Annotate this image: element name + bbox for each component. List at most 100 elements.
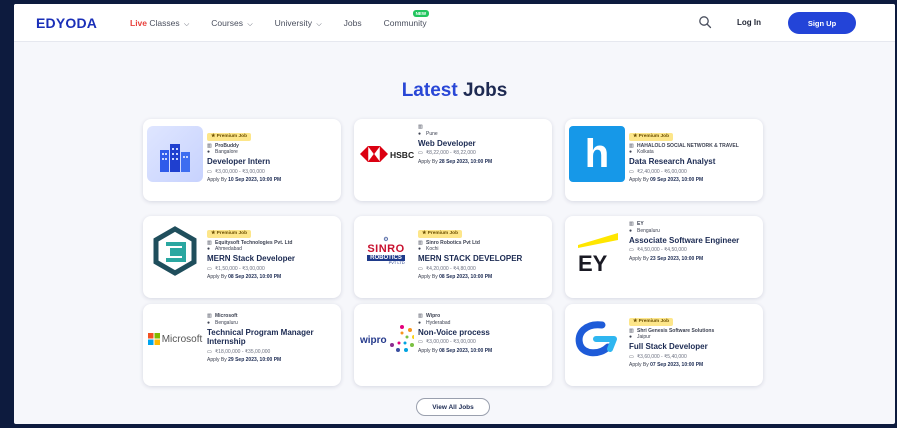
money-icon: ▭ (207, 168, 212, 175)
apply-by: Apply By 28 Sep 2023, 10:00 PM (418, 158, 493, 165)
building-icon: ▥ (207, 239, 212, 246)
job-title[interactable]: Technical Program Manager Internship (207, 328, 337, 347)
view-all-jobs-button[interactable]: View All Jobs (416, 398, 490, 416)
ey-logo: EY (578, 233, 618, 273)
apply-by: Apply By 09 Sep 2023, 10:00 PM (629, 177, 704, 184)
job-card[interactable]: Microsoft ▥ Microsoft ● Bengaluru Technica… (143, 304, 341, 386)
location-pin-icon: ● (629, 334, 633, 341)
money-icon: ▭ (629, 168, 634, 175)
company-logo: Microsoft (147, 311, 203, 367)
community-label: Community (383, 18, 427, 28)
job-title[interactable]: MERN STACK DEVELOPER (418, 254, 548, 264)
premium-badge: ★ Premium Job (207, 132, 252, 141)
location-pin-icon: ● (207, 149, 211, 156)
building-icon: ▥ (418, 313, 423, 319)
university-label: University (274, 18, 312, 28)
company-logo (147, 223, 203, 279)
money-icon: ▭ (418, 150, 423, 157)
wipro-logo: wipro (359, 325, 414, 352)
nav-live-classes[interactable]: Live Classes ⌵ (130, 18, 189, 29)
salary-range: ₹2,40,000 - ₹6,00,000 (637, 168, 687, 175)
top-navbar: EDYODA Live Classes ⌵ Courses ⌵ Universi… (14, 4, 895, 42)
premium-badge: ★ Premium Job (418, 229, 463, 238)
company-name: EY (637, 221, 644, 227)
job-location: Kolkata (637, 149, 654, 156)
signup-button[interactable]: Sign Up (788, 12, 856, 34)
title-rest: Jobs (457, 80, 508, 101)
building-icon: ▥ (629, 142, 634, 149)
job-title[interactable]: Associate Software Engineer (629, 236, 759, 246)
nav-links: Live Classes ⌵ Courses ⌵ University ⌵ Jo… (130, 10, 449, 29)
job-location: Hyderabad (426, 319, 451, 326)
job-title[interactable]: Data Research Analyst (629, 157, 759, 167)
nav-courses[interactable]: Courses ⌵ (211, 18, 252, 29)
building-icon: ▥ (629, 327, 634, 334)
job-location: Ahmedabad (215, 246, 242, 253)
wipro-logo-text: wipro (359, 335, 387, 346)
building-icon: ▥ (418, 124, 423, 130)
job-title[interactable]: Non-Voice process (418, 328, 548, 338)
location-pin-icon: ● (629, 227, 633, 234)
section-title: Latest Jobs (14, 80, 895, 102)
classes-label: Classes (147, 18, 180, 28)
building-icon: ▥ (207, 142, 212, 149)
new-badge: NEW (412, 10, 430, 17)
job-card[interactable]: ★ Premium Job ▥ Equitysoft Technologies P… (143, 216, 341, 298)
company-logo: EY (569, 223, 625, 279)
nav-community[interactable]: Community NEW (383, 10, 430, 29)
job-location: Kochi (426, 246, 439, 253)
company-logo: wipro (358, 311, 414, 367)
building-icon (160, 144, 190, 172)
building-icon: ▥ (629, 221, 634, 227)
job-card[interactable]: EY ▥ EY ● Bengaluru Associate Software Eng… (565, 216, 763, 298)
ey-logo-text: EY (578, 251, 608, 273)
hsbc-logo-text: HSBC (390, 150, 414, 160)
premium-badge: ★ Premium Job (207, 229, 252, 238)
chevron-down-icon: ⌵ (316, 21, 322, 28)
job-card[interactable]: ★ Premium Job ▥ Shri Genesis Software Sol… (565, 304, 763, 386)
company-name: Microsoft (215, 313, 238, 319)
company-name: HAHALOLO SOCIAL NETWORK & TRAVEL (637, 142, 739, 149)
search-icon[interactable] (698, 15, 712, 29)
job-location: Jaipur (637, 334, 651, 341)
company-logo (147, 126, 203, 182)
job-title[interactable]: Web Developer (418, 139, 548, 149)
apply-by: Apply By 08 Sep 2023, 10:00 PM (418, 274, 493, 281)
edyoda-logo[interactable]: EDYODA (36, 15, 97, 31)
money-icon: ▭ (207, 265, 212, 272)
job-card[interactable]: wipro ▥ Wipro ● Hyderabad Non-Voice proces… (354, 304, 552, 386)
location-pin-icon: ● (207, 246, 211, 253)
company-name: Wipro (426, 313, 441, 319)
nav-university[interactable]: University ⌵ (275, 18, 322, 29)
company-name: Sinro Robotics Pvt Ltd (426, 239, 480, 246)
job-title[interactable]: Developer Intern (207, 157, 337, 167)
microsoft-logo: Microsoft (147, 333, 202, 345)
building-icon: ▥ (418, 239, 423, 246)
apply-by: Apply By 07 Sep 2023, 10:00 PM (629, 362, 704, 369)
job-title[interactable]: MERN Stack Developer (207, 254, 337, 264)
salary-range: ₹3,00,000 - ₹3,00,000 (426, 339, 476, 346)
company-name: Shri Genesis Software Solutions (637, 327, 715, 334)
money-icon: ▭ (418, 265, 423, 272)
job-location: Bengaluru (637, 227, 660, 234)
hahalolo-logo: h (569, 126, 625, 182)
location-pin-icon: ● (629, 149, 633, 156)
job-card[interactable]: HSBC ▥ ● Pune Web Developer ▭ ₹8,22,000 - … (354, 119, 552, 201)
premium-badge: ★ Premium Job (629, 317, 674, 326)
nav-jobs[interactable]: Jobs (344, 18, 362, 29)
title-accent: Latest (401, 80, 458, 101)
salary-range: ₹4,50,000 - ₹4,50,000 (637, 247, 687, 254)
company-logo: h (569, 126, 625, 182)
job-card[interactable]: ★ Premium Job ▥ ProBuddy ● Bangalore Devel… (143, 119, 341, 201)
salary-range: ₹18,00,000 - ₹35,00,000 (215, 348, 271, 355)
money-icon: ▭ (629, 247, 634, 254)
page-frame: EDYODA Live Classes ⌵ Courses ⌵ Universi… (14, 4, 895, 424)
location-pin-icon: ● (418, 246, 422, 253)
equitysoft-logo (153, 226, 197, 276)
job-card[interactable]: h ★ Premium Job ▥ HAHALOLO SOCIAL NETWORK… (565, 119, 763, 201)
job-card[interactable]: ⚙ SINRO ROBOTICS PVT LTD ★ Premium Job ▥… (354, 216, 552, 298)
microsoft-windows-icon (147, 333, 160, 345)
job-title[interactable]: Full Stack Developer (629, 342, 759, 352)
login-link[interactable]: Log In (737, 18, 761, 27)
courses-label: Courses (211, 18, 243, 28)
